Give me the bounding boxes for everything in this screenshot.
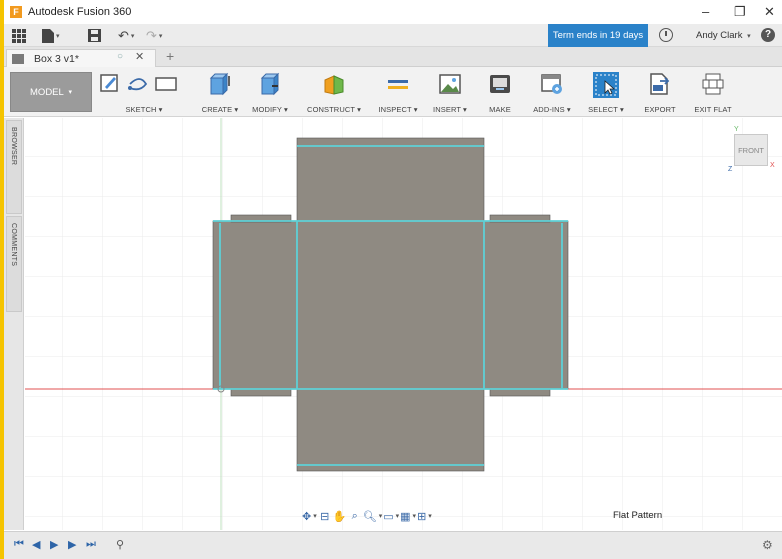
undo-icon[interactable]: ↶ ▾ [118, 28, 134, 43]
construct-group[interactable]: CONSTRUCT ▾ [302, 70, 366, 114]
user-menu[interactable]: Andy Clark ▾ [696, 30, 751, 41]
redo-icon[interactable]: ↷ ▾ [146, 28, 162, 43]
file-menu-icon[interactable]: ▾ [42, 28, 60, 43]
help-icon[interactable]: ? [761, 28, 775, 42]
window-title: Autodesk Fusion 360 [28, 6, 132, 18]
timeline-settings-gear-icon[interactable]: ⚙ [762, 538, 773, 552]
bottom-flap [296, 388, 485, 472]
exit-flat-button[interactable]: EXIT FLAT [688, 105, 738, 114]
grid-settings-icon[interactable]: ▦ ▾ [400, 508, 416, 524]
modify-menu[interactable]: MODIFY ▾ [248, 105, 292, 114]
left-side-panel-shape [212, 220, 298, 390]
right-bottom-tab [489, 388, 551, 397]
step-back-icon[interactable]: ◀ [32, 538, 40, 551]
tab-label: Box 3 v1* [34, 52, 79, 65]
workspace-switcher[interactable]: MODEL ▾ [10, 72, 92, 112]
construct-menu[interactable]: CONSTRUCT ▾ [302, 105, 366, 114]
sketch-menu[interactable]: SKETCH ▾ [96, 105, 192, 114]
base-panel [296, 220, 485, 390]
tab-document[interactable]: Box 3 v1* ○ ✕ [6, 49, 156, 67]
title-bar: F Autodesk Fusion 360 – ❐ ✕ [4, 0, 782, 24]
flat-pattern-label: Flat Pattern [613, 510, 663, 521]
export-group[interactable]: EXPORT [638, 70, 682, 114]
zoom-icon[interactable]: ⌕ [348, 508, 362, 524]
axis-z-label: Z [728, 166, 733, 173]
exit-flat-group[interactable]: EXIT FLAT [688, 70, 738, 114]
display-settings-icon[interactable]: ▭ ▾ [383, 508, 399, 524]
timeline-marker-icon[interactable]: ⚲ [116, 538, 124, 551]
fit-icon[interactable]: 🔍︎ ▾ [363, 508, 382, 524]
play-icon[interactable]: ▶ [50, 538, 58, 551]
maximize-icon[interactable]: ❐ [734, 4, 746, 20]
sketch-group[interactable]: SKETCH ▾ [96, 70, 192, 114]
pan-hand-icon[interactable]: ✋ [333, 508, 347, 524]
quick-access-toolbar: ▾ ↶ ▾ ↷ ▾ Term ends in 19 days Andy Clark … [4, 24, 782, 47]
make-group[interactable]: MAKE [480, 70, 520, 114]
flat-pattern-drawing[interactable] [25, 118, 782, 530]
go-to-end-icon[interactable]: ⏭ [86, 538, 96, 551]
unsaved-status-icon: ○ [117, 51, 124, 62]
comments-panel-toggle[interactable]: COMMENTS [6, 216, 22, 312]
axis-x-label: X [770, 162, 775, 169]
browser-label: BROWSER [10, 127, 17, 166]
navigation-bar: ✥ ▾ ⊟ ✋ ⌕ 🔍︎ ▾ ▭ ▾ ▦ ▾ ⊞ ▾ [302, 506, 498, 526]
orbit-icon[interactable]: ✥ ▾ [302, 508, 317, 524]
left-bottom-tab [230, 388, 292, 397]
make-menu[interactable]: MAKE [480, 105, 520, 114]
viewports-icon[interactable]: ⊞ ▾ [417, 508, 432, 524]
modify-group[interactable]: MODIFY ▾ [248, 70, 292, 114]
ribbon-toolbar: MODEL ▾ SKETCH ▾ CREATE ▾ MODIFY ▾ CONST… [4, 67, 782, 117]
browser-panel-toggle[interactable]: BROWSER [6, 120, 22, 214]
left-side-panel: BROWSER COMMENTS [4, 118, 24, 530]
close-icon[interactable]: ✕ [764, 4, 775, 20]
save-icon[interactable] [88, 28, 101, 43]
comments-label: COMMENTS [10, 223, 17, 267]
viewcube[interactable]: FRONT Y X Z [728, 126, 775, 174]
export-button[interactable]: EXPORT [638, 105, 682, 114]
component-icon [12, 53, 24, 64]
timeline: ⏮ ◀ ▶ ▶ ⏭ ⚲ ⚙ [4, 531, 782, 559]
axis-y-label: Y [734, 126, 739, 133]
app-logo-icon: F [10, 6, 22, 18]
add-ins-group[interactable]: ADD-INS ▾ [528, 70, 576, 114]
data-panel-grid-icon[interactable] [12, 28, 26, 43]
add-ins-menu[interactable]: ADD-INS ▾ [528, 105, 576, 114]
insert-menu[interactable]: INSERT ▾ [428, 105, 472, 114]
trial-badge[interactable]: Term ends in 19 days [548, 24, 648, 47]
design-canvas[interactable] [25, 118, 782, 530]
go-to-start-icon[interactable]: ⏮ [14, 538, 24, 551]
document-tabs: Box 3 v1* ○ ✕ + [4, 47, 782, 67]
inspect-group[interactable]: INSPECT ▾ [376, 70, 420, 114]
select-group[interactable]: SELECT ▾ [582, 70, 630, 114]
step-forward-icon[interactable]: ▶ [68, 538, 76, 551]
minimize-icon[interactable]: – [702, 4, 709, 19]
right-side-panel-shape [483, 220, 569, 390]
inspect-menu[interactable]: INSPECT ▾ [376, 105, 420, 114]
create-group[interactable]: CREATE ▾ [198, 70, 242, 114]
insert-group[interactable]: INSERT ▾ [428, 70, 472, 114]
tab-close-icon[interactable]: ✕ [135, 50, 144, 63]
look-at-icon[interactable]: ⊟ [318, 508, 332, 524]
new-tab-icon[interactable]: + [166, 48, 174, 64]
select-menu[interactable]: SELECT ▾ [582, 105, 630, 114]
viewcube-front-face[interactable]: FRONT [734, 134, 768, 166]
top-flap [296, 137, 485, 222]
create-menu[interactable]: CREATE ▾ [198, 105, 242, 114]
job-status-clock-icon[interactable] [659, 28, 673, 42]
